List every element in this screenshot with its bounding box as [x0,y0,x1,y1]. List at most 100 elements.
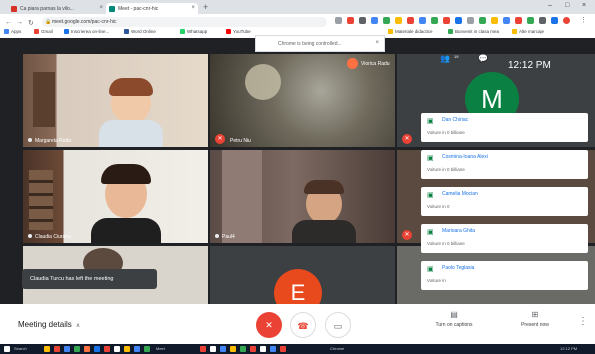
extension-icon[interactable] [395,17,402,24]
notification-name: Marioara Ghita [442,228,476,234]
app-icon[interactable] [114,346,120,352]
app-icon[interactable] [94,346,100,352]
app-icon[interactable] [200,346,206,352]
camera-toggle-button[interactable]: ▭ [325,312,351,338]
notification-card[interactable]: ▣ Dan Chiriac Voiture in 0 billiane [421,113,588,142]
tab-ca-piara[interactable]: Ca piara parnas la vilo... × [8,3,106,14]
tab-close-icon[interactable]: × [99,5,103,11]
extension-icon[interactable] [443,17,450,24]
participant-tile[interactable]: Claudia Ciurariu [23,150,208,243]
extension-icon[interactable] [419,17,426,24]
app-icon[interactable] [240,346,246,352]
extension-icon[interactable] [371,17,378,24]
taskbar-chrome[interactable]: Chrome [330,346,344,351]
mic-on-icon [215,234,219,238]
chat-icon: ▣ [427,118,434,125]
app-icon[interactable] [144,346,150,352]
app-icon[interactable] [64,346,70,352]
participant-tile[interactable]: Margareta Radu [23,54,208,147]
taskbar-meet[interactable]: Meet [156,346,165,351]
close-window-button[interactable]: × [582,2,586,9]
present-now-button[interactable]: ⊞ Present now [505,310,565,328]
extension-icon[interactable] [551,17,558,24]
mute-microphone-button[interactable]: ✕ [256,312,282,338]
more-options-icon[interactable]: ⋮ [578,316,588,327]
url-text: meet.google.com/pac-cnr-hic [52,19,117,25]
app-icon[interactable] [280,346,286,352]
avatar [347,58,358,69]
bookshelf-shape [29,170,53,230]
presenter-chip[interactable]: Viorica Radu [347,58,390,69]
participant-hair [304,180,344,194]
app-icon[interactable] [74,346,80,352]
app-icon[interactable] [84,346,90,352]
chat-icon[interactable]: 💬 [478,54,488,63]
notification-card[interactable]: ▣ Camelia Mocian Voiture in 0 [421,187,588,216]
tab-label: Ca piara parnas la vilo... [20,6,74,12]
extension-icon[interactable] [491,17,498,24]
whatsapp-icon [180,29,185,34]
bookmark-gmail[interactable]: Gmail [34,29,53,34]
extension-icon[interactable] [527,17,534,24]
taskbar-search[interactable]: Search [14,346,27,351]
bookmark-youtube[interactable]: YouTube [226,29,251,34]
tab-meet[interactable]: Meet - pac-cnr-hic × [106,3,198,14]
turn-on-captions-button[interactable]: ▤ Turn on captions [424,310,484,328]
people-icon[interactable]: 👥 [440,54,450,63]
app-icon[interactable] [54,346,60,352]
windows-start-icon[interactable] [4,346,10,352]
app-icon[interactable] [260,346,266,352]
chat-icon: ▣ [427,266,434,273]
participant-tile[interactable]: Paul4 [210,150,395,243]
reload-icon[interactable]: ↻ [28,19,34,27]
app-icon[interactable] [104,346,110,352]
app-icon[interactable] [230,346,236,352]
tab-close-icon[interactable]: × [191,5,195,11]
folder-icon [388,29,393,34]
extension-icon[interactable] [359,17,366,24]
extension-icon[interactable] [347,17,354,24]
bookmark-other[interactable]: Alte marcaje [512,29,544,34]
bookmark-apps[interactable]: Apps [4,29,21,34]
kebab-menu-icon[interactable]: ⋮ [580,16,587,24]
profile-avatar[interactable] [563,17,570,24]
extension-icon[interactable] [515,17,522,24]
notification-card[interactable]: ▣ Marioara Ghita Voiture in 0 billiane [421,224,588,253]
extension-icon[interactable] [383,17,390,24]
extension-icon[interactable] [503,17,510,24]
app-icon[interactable] [210,346,216,352]
app-icon[interactable] [270,346,276,352]
url-input[interactable]: 🔒 meet.google.com/pac-cnr-hic [42,17,327,27]
meeting-details-button[interactable]: Meeting details ∧ [18,320,80,329]
close-icon[interactable]: × [375,40,379,46]
new-tab-button[interactable]: + [203,2,208,12]
bookmark-bunvenit[interactable]: Bunvenit in clasa mea [448,29,499,34]
bookmark-inscrierea[interactable]: Inscrierea on-line... [64,29,109,34]
extension-icon[interactable] [407,17,414,24]
bookmark-whatsapp[interactable]: Whatsapp [180,29,207,34]
extension-icon[interactable] [539,17,546,24]
forward-arrow-icon[interactable]: → [16,19,23,26]
minimize-button[interactable]: – [548,2,552,9]
back-arrow-icon[interactable]: ← [5,19,12,26]
app-icon[interactable] [134,346,140,352]
muted-mic-icon: ✕ [215,134,225,144]
bookmark-word[interactable]: Word Online [124,29,156,34]
bookmark-materiale[interactable]: Materiale didactice [388,29,433,34]
extension-icon[interactable] [455,17,462,24]
extension-icon[interactable] [467,17,474,24]
folder-icon[interactable] [44,346,50,352]
app-icon[interactable] [220,346,226,352]
app-icon[interactable] [124,346,130,352]
app-icon[interactable] [250,346,256,352]
participant-name: Petru Niu [230,138,251,144]
star-icon[interactable] [335,17,342,24]
notification-card[interactable]: ▣ Cosmina-Ioana Alexi Voiture in 0 billi… [421,150,588,179]
leave-call-button[interactable]: ☎ [290,312,316,338]
extension-icon[interactable] [431,17,438,24]
maximize-button[interactable]: □ [565,2,569,9]
notification-card[interactable]: ▣ Paolo Teglasia Voiture in [421,261,588,290]
os-taskbar: Search Meet Chrome 12:12 PM [0,344,595,354]
extension-icon[interactable] [479,17,486,24]
hang-up-icon: ☎ [297,321,309,331]
